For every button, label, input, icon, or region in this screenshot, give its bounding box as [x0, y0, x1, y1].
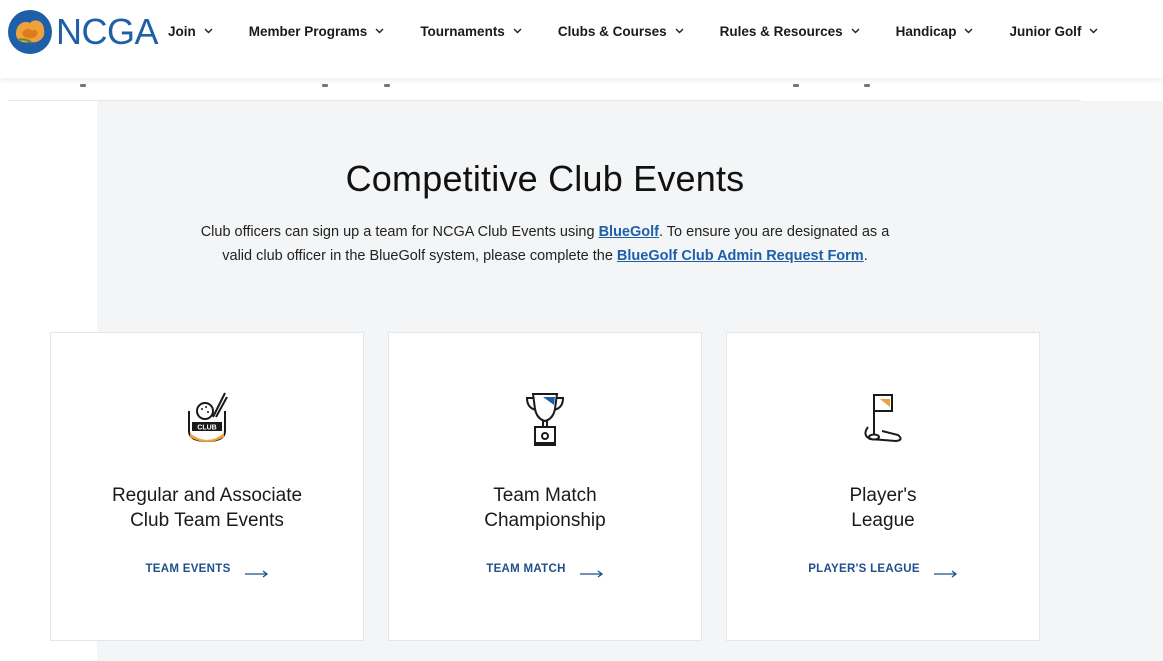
svg-text:CLUB: CLUB: [197, 425, 216, 432]
nav-join[interactable]: Join: [168, 24, 213, 39]
card-title-line: Player's: [849, 485, 917, 506]
trophy-icon: [525, 393, 565, 446]
chevron-down-icon: [204, 28, 213, 36]
arrow-right-icon: [579, 565, 604, 578]
card-players-league: Player's League PLAYER'S LEAGUE: [726, 332, 1040, 641]
nav-clubs-courses[interactable]: Clubs & Courses: [557, 24, 684, 39]
clipped-subnav-mark: [864, 84, 870, 87]
arrow-right-icon: [244, 565, 269, 578]
clipped-subnav-mark: [793, 84, 799, 87]
chevron-down-icon: [375, 28, 384, 36]
card-team-match: Team Match Championship TEAM MATCH: [388, 332, 702, 641]
chevron-down-icon: [964, 28, 973, 36]
intro-text: .: [863, 248, 868, 264]
nav-label: Junior Golf: [1009, 24, 1082, 39]
nav-label: Clubs & Courses: [557, 24, 667, 39]
team-events-link[interactable]: TEAM EVENTS: [51, 563, 363, 578]
card-team-events: CLUB Regular and Associate Club Team Eve…: [50, 332, 364, 641]
arrow-right-icon: [933, 565, 958, 578]
clipped-subnav-mark: [384, 84, 390, 87]
clipped-subnav-mark: [322, 84, 328, 87]
poppy-logo-icon: [8, 10, 52, 54]
nav-label: Rules & Resources: [719, 24, 843, 39]
nav-label: Member Programs: [248, 24, 368, 39]
clipped-subnav-mark: [80, 84, 86, 87]
chevron-down-icon: [851, 28, 860, 36]
brand-name: NCGA: [56, 11, 159, 52]
section-title: Competitive Club Events: [345, 158, 745, 199]
nav-label: Tournaments: [420, 24, 505, 39]
card-title-line: Championship: [484, 510, 606, 531]
bluegolf-link[interactable]: BlueGolf: [599, 224, 659, 240]
main-nav: Join Member Programs Tournaments Clubs &…: [168, 24, 1098, 39]
chevron-down-icon: [675, 28, 684, 36]
team-match-link[interactable]: TEAM MATCH: [389, 563, 701, 578]
card-title: Team Match Championship: [389, 483, 701, 533]
bluegolf-admin-form-link[interactable]: BlueGolf Club Admin Request Form: [617, 248, 864, 264]
club-ball-icon: CLUB: [188, 392, 228, 443]
card-title-line: Club Team Events: [130, 510, 284, 531]
link-label: TEAM EVENTS: [145, 563, 231, 575]
section-intro: Club officers can sign up a team for NCG…: [200, 220, 890, 268]
card-title-line: Team Match: [493, 485, 597, 506]
subnav-strip: [0, 78, 1163, 102]
chevron-down-icon: [513, 28, 522, 36]
link-label: TEAM MATCH: [486, 563, 566, 575]
players-league-link[interactable]: PLAYER'S LEAGUE: [727, 563, 1039, 578]
card-title-line: Regular and Associate: [111, 485, 303, 506]
intro-text: Club officers can sign up a team for NCG…: [200, 224, 599, 240]
card-title: Regular and Associate Club Team Events: [51, 483, 363, 533]
card-title-line: League: [851, 510, 915, 531]
nav-tournaments[interactable]: Tournaments: [420, 24, 522, 39]
nav-junior-golf[interactable]: Junior Golf: [1009, 24, 1098, 39]
nav-member-programs[interactable]: Member Programs: [249, 24, 384, 39]
nav-rules-resources[interactable]: Rules & Resources: [719, 24, 860, 39]
chevron-down-icon: [1089, 28, 1098, 36]
flag-hole-icon: [864, 394, 902, 443]
link-label: PLAYER'S LEAGUE: [808, 563, 920, 575]
ncga-logo[interactable]: NCGA: [8, 10, 159, 54]
nav-handicap[interactable]: Handicap: [896, 24, 973, 39]
nav-label: Join: [168, 24, 196, 39]
nav-label: Handicap: [895, 24, 957, 39]
site-header: NCGA Join Member Programs Tournaments Cl…: [0, 0, 1163, 78]
card-title: Player's League: [727, 483, 1039, 533]
